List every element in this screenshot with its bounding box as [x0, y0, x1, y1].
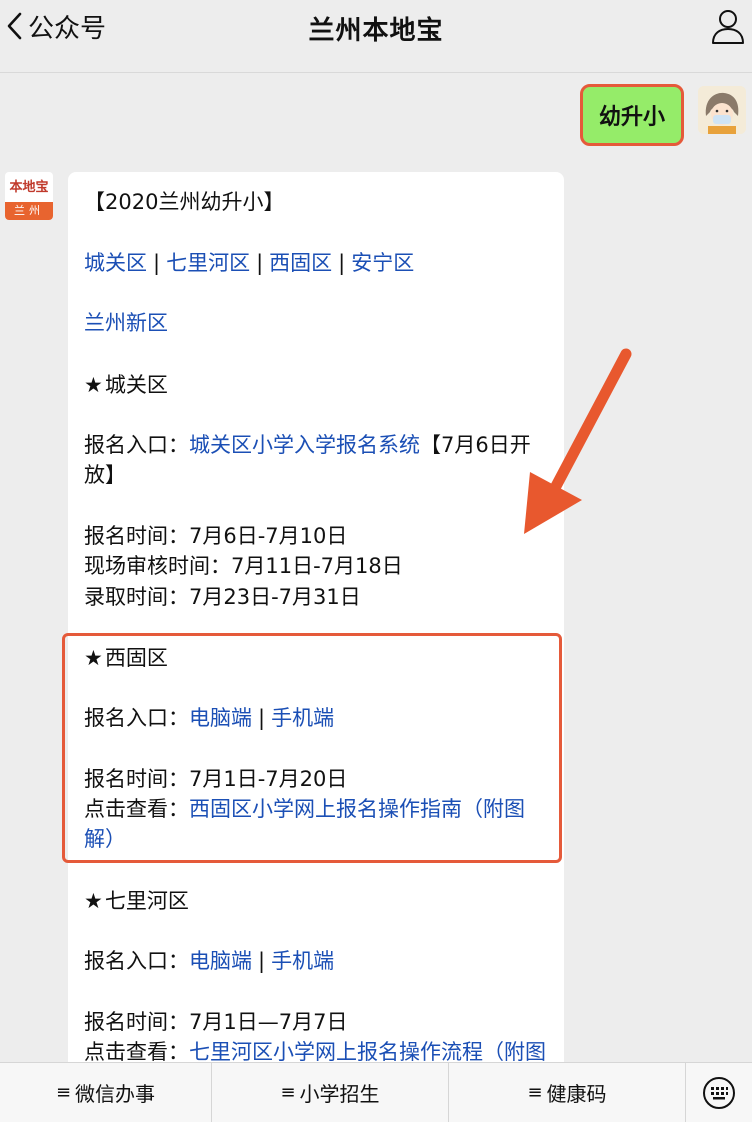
entry-label: 报名入口： [84, 433, 189, 457]
qilihe-reg-time: 报名时间：7月1日—7月7日 [84, 1010, 348, 1034]
chengguan-reg-time: 报名时间：7月6日-7月10日 [84, 524, 348, 548]
chengguan-entry-row: 报名入口：城关区小学入学报名系统【7月6日开 [84, 431, 531, 459]
user-message: 幼升小 [580, 84, 684, 146]
qilihe-pc-link[interactable]: 电脑端 [189, 949, 252, 973]
entry-label: 报名入口： [84, 949, 189, 973]
divider: | [258, 949, 266, 973]
menu-item-school-enrollment[interactable]: ≡ 小学招生 [212, 1063, 449, 1122]
menu-lines-icon: ≡ [280, 1082, 296, 1103]
guide-label: 点击查看： [84, 1040, 189, 1064]
xigu-guide-link[interactable]: 西固区小学网上报名操作指南（附图 [189, 797, 525, 821]
divider: | [258, 706, 266, 730]
divider: | [338, 251, 346, 275]
menu-item-label: 微信办事 [75, 1082, 156, 1106]
xigu-entry-row: 报名入口：电脑端 | 手机端 [84, 704, 334, 732]
district-link-chengguan[interactable]: 城关区 [84, 251, 147, 275]
official-account-avatar[interactable]: 本地宝 兰州 [5, 172, 53, 220]
district-link-anning[interactable]: 安宁区 [351, 251, 414, 275]
user-avatar-image [698, 86, 746, 134]
district-link-xigu[interactable]: 西固区 [269, 251, 332, 275]
chengguan-admit-time: 录取时间：7月23日-7月31日 [84, 585, 361, 609]
star-icon: ★ [84, 889, 103, 913]
entry-label: 报名入口： [84, 706, 189, 730]
keyboard-toggle-button[interactable] [686, 1063, 752, 1122]
avatar-logo-text: 本地宝 [9, 180, 49, 195]
menu-item-label: 健康码 [546, 1082, 607, 1106]
section-title-chengguan: ★城关区 [84, 371, 168, 399]
district-link-new-area[interactable]: 兰州新区 [84, 311, 168, 335]
xigu-guide-link-cont[interactable]: 解） [84, 827, 126, 851]
section-title-qilihe: ★七里河区 [84, 887, 189, 915]
xigu-guide-row: 点击查看：西固区小学网上报名操作指南（附图 [84, 795, 525, 823]
user-avatar[interactable] [698, 86, 746, 134]
qilihe-entry-row: 报名入口：电脑端 | 手机端 [84, 947, 334, 975]
menu-item-wechat-services[interactable]: ≡ 微信办事 [0, 1063, 212, 1122]
divider: | [256, 251, 264, 275]
page-title: 兰州本地宝 [308, 16, 444, 46]
chengguan-review-time: 现场审核时间：7月11日-7月18日 [84, 554, 403, 578]
annotation-arrow-icon [524, 348, 632, 534]
article-heading: 【2020兰州幼升小】 [84, 190, 285, 214]
guide-label: 点击查看： [84, 797, 189, 821]
district-links: 城关区 | 七里河区 | 西固区 | 安宁区 [84, 249, 414, 277]
chengguan-entry-note-cont: 放】 [84, 463, 126, 487]
section-title-text: 城关区 [104, 373, 168, 397]
district-link-new-area-row: 兰州新区 [84, 309, 168, 337]
chengguan-entry-link[interactable]: 城关区小学入学报名系统 [189, 433, 420, 457]
menu-lines-icon: ≡ [527, 1082, 543, 1103]
menu-lines-icon: ≡ [55, 1082, 72, 1103]
xigu-reg-time: 报名时间：7月1日-7月20日 [84, 767, 348, 791]
star-icon: ★ [84, 373, 103, 397]
qilihe-mobile-link[interactable]: 手机端 [271, 949, 334, 973]
bottom-menu-bar: ≡ 微信办事 ≡ 小学招生 ≡ 健康码 [0, 1062, 752, 1122]
section-title-text: 七里河区 [104, 889, 189, 913]
article-card [68, 172, 564, 1072]
xigu-mobile-link[interactable]: 手机端 [271, 706, 334, 730]
qilihe-guide-link[interactable]: 七里河区小学网上报名操作流程（附图 [189, 1040, 546, 1064]
xigu-guide-link-cont-row: 解） [84, 825, 126, 853]
menu-item-label: 小学招生 [299, 1082, 380, 1106]
district-link-qilihe[interactable]: 七里河区 [166, 251, 250, 275]
section-title-text: 西固区 [104, 646, 168, 670]
xigu-pc-link[interactable]: 电脑端 [189, 706, 252, 730]
menu-item-health-code[interactable]: ≡ 健康码 [449, 1063, 686, 1122]
top-bar: 公众号 兰州本地宝 [0, 0, 752, 73]
user-message-bubble[interactable]: 幼升小 [580, 84, 684, 146]
profile-icon[interactable] [708, 6, 748, 46]
divider: | [153, 251, 161, 275]
star-icon: ★ [84, 646, 103, 670]
avatar-city-text: 兰州 [5, 202, 53, 220]
section-title-xigu: ★西固区 [84, 644, 168, 672]
keyboard-icon [703, 1076, 735, 1109]
